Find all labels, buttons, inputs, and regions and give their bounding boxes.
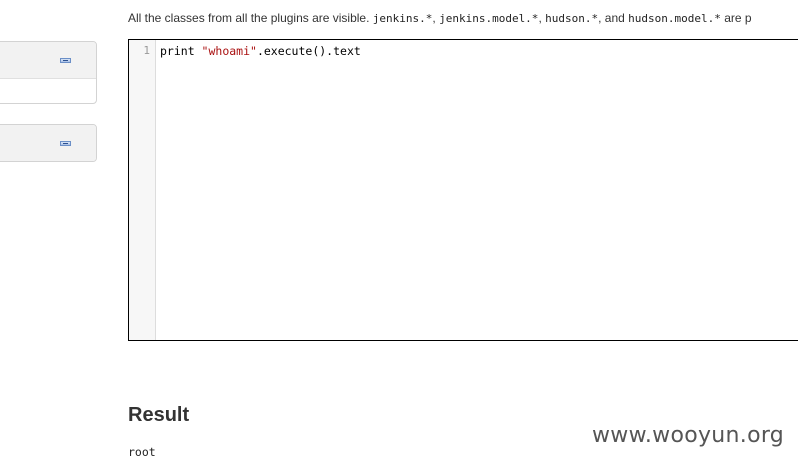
separator: , and [598,11,625,25]
separator: , [538,11,542,25]
code-line[interactable]: print "whoami".execute().text [160,44,361,58]
import-package: jenkins.* [372,12,433,25]
collapse-icon[interactable] [60,141,71,146]
result-heading: Result [128,404,190,426]
side-panel-2-header [0,125,96,161]
side-panel-1-header [0,42,96,79]
collapse-icon[interactable] [60,58,71,63]
import-package: jenkins.model.* [439,12,539,25]
separator: , [432,11,436,25]
code-keyword: print [160,44,202,58]
side-panel-1 [0,41,97,104]
script-editor[interactable]: 1 print "whoami".execute().text [128,39,798,341]
line-number: 1 [143,44,150,57]
script-description: All the classes from all the plugins are… [128,9,752,28]
side-panel-2 [0,124,97,162]
description-text-end: are p [724,11,752,25]
line-number-gutter: 1 [129,40,156,340]
script-console-page: All the classes from all the plugins are… [0,0,798,465]
code-string: "whoami" [201,44,257,58]
code-method-call: .execute().text [256,44,361,58]
watermark: www.wooyun.org [592,423,785,448]
description-text: All the classes from all the plugins are… [128,11,370,25]
import-package: hudson.* [545,12,599,25]
import-package: hudson.model.* [628,12,721,25]
result-output: root [128,445,156,459]
